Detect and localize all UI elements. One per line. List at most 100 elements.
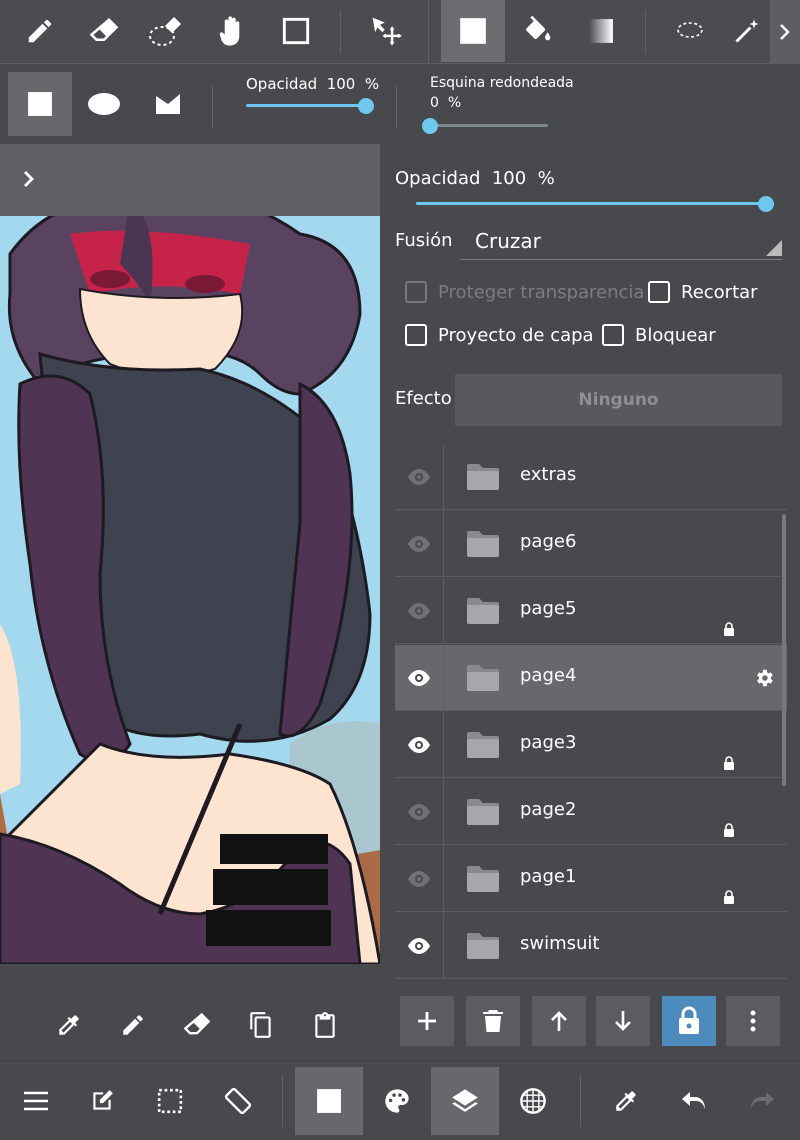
- effect-select-button[interactable]: Ninguno: [455, 374, 782, 426]
- visibility-toggle[interactable]: [405, 666, 433, 690]
- redo-button[interactable]: [728, 1067, 796, 1135]
- gradient-tool-button[interactable]: [569, 0, 633, 62]
- folder-icon: [465, 462, 501, 492]
- layer-name: page4: [520, 665, 577, 686]
- folder-icon: [465, 864, 501, 894]
- shape-ellipse-button[interactable]: [72, 72, 136, 136]
- eraser-tool-button[interactable]: [72, 0, 136, 62]
- opacity-slider-handle[interactable]: [358, 98, 374, 114]
- corner-radius-slider-handle[interactable]: [422, 118, 438, 134]
- magic-wand-tool-button[interactable]: [722, 0, 772, 62]
- drawing-canvas[interactable]: [0, 144, 380, 964]
- eye-icon: [408, 469, 430, 485]
- protect-transparency-checkbox[interactable]: [405, 281, 427, 303]
- opacity-slider[interactable]: [246, 104, 366, 107]
- layer-properties-panel: Opacidad 100 % Fusión Cruzar Proteger tr…: [380, 144, 800, 1060]
- material-button[interactable]: [499, 1067, 567, 1135]
- layers-button[interactable]: [431, 1067, 499, 1135]
- layer-name: page2: [520, 799, 577, 820]
- eyedropper-quick-button[interactable]: [54, 1010, 84, 1040]
- undo-button[interactable]: [660, 1067, 728, 1135]
- layer-row-page1[interactable]: page1: [395, 846, 787, 912]
- square-shape-icon: [28, 92, 52, 116]
- move-layer-up-button[interactable]: [532, 996, 586, 1046]
- bucket-tool-button[interactable]: [505, 0, 569, 62]
- corner-radius-slider[interactable]: [430, 124, 548, 127]
- rotate-screen-icon: [224, 1087, 252, 1115]
- trash-icon: [483, 1010, 503, 1032]
- lock-icon: [723, 756, 735, 770]
- layer-name: page6: [520, 531, 577, 552]
- eraser-icon: [89, 18, 119, 41]
- delete-layer-button[interactable]: [466, 996, 520, 1046]
- layer-row-page2[interactable]: page2: [395, 779, 787, 845]
- visibility-toggle[interactable]: [405, 465, 433, 489]
- eye-icon: [408, 536, 430, 552]
- selection-button[interactable]: [136, 1067, 204, 1135]
- pen-quick-button[interactable]: [118, 1010, 148, 1040]
- row-divider: [443, 578, 444, 644]
- move-tool-button[interactable]: [354, 0, 418, 62]
- visibility-toggle[interactable]: [405, 934, 433, 958]
- effect-label: Efecto: [395, 388, 452, 409]
- rectangle-icon: [282, 17, 310, 45]
- visibility-toggle[interactable]: [405, 599, 433, 623]
- add-layer-button[interactable]: [400, 996, 454, 1046]
- eyedropper-icon: [59, 1015, 79, 1035]
- color-swatch-icon: [317, 1089, 341, 1113]
- options-divider: [396, 86, 397, 128]
- visibility-toggle[interactable]: [405, 733, 433, 757]
- expand-panel-button[interactable]: [14, 164, 44, 194]
- color-palette-button[interactable]: [363, 1067, 431, 1135]
- main-menu-button[interactable]: [2, 1067, 70, 1135]
- layer-row-page3[interactable]: page3: [395, 712, 787, 778]
- color-preview-button[interactable]: [295, 1067, 363, 1135]
- redo-icon: [751, 1092, 774, 1109]
- blur-tool-button[interactable]: [136, 0, 200, 62]
- visibility-toggle[interactable]: [405, 867, 433, 891]
- gear-icon: [757, 669, 773, 687]
- corner-radius-label: Esquina redondeada: [430, 75, 574, 91]
- lock-layer-checkbox[interactable]: [602, 324, 624, 346]
- dropdown-corner-icon: [766, 240, 782, 256]
- pen-tool-button[interactable]: [8, 0, 72, 62]
- palette-icon: [385, 1089, 409, 1113]
- shape-polygon-button[interactable]: [136, 72, 200, 136]
- layer-name: page5: [520, 598, 577, 619]
- eraser-quick-button[interactable]: [182, 1010, 212, 1040]
- layer-menu-button[interactable]: [726, 996, 780, 1046]
- layer-opacity-slider-handle[interactable]: [758, 196, 774, 212]
- eyedropper-button[interactable]: [592, 1067, 660, 1135]
- layer-settings-button[interactable]: [753, 667, 775, 689]
- rotate-canvas-button[interactable]: [204, 1067, 272, 1135]
- layer-row-page5[interactable]: page5: [395, 578, 787, 644]
- toolbar-expand-button[interactable]: [770, 0, 800, 64]
- hand-tool-button[interactable]: [200, 0, 264, 62]
- rectangle-select-button[interactable]: [264, 0, 328, 62]
- layer-opacity-slider[interactable]: [416, 202, 766, 205]
- layer-row-swimsuit[interactable]: swimsuit: [395, 913, 787, 979]
- layer-row-page4[interactable]: page4: [395, 645, 787, 711]
- edit-button[interactable]: [68, 1067, 136, 1135]
- fill-shape-tool-button[interactable]: [441, 0, 505, 62]
- arrow-up-icon: [551, 1011, 567, 1031]
- row-divider: [443, 712, 444, 778]
- lock-layer-button[interactable]: [662, 996, 716, 1046]
- clipping-label: Recortar: [681, 282, 758, 303]
- lasso-tool-button[interactable]: [658, 0, 722, 62]
- visibility-toggle[interactable]: [405, 800, 433, 824]
- layer-list-scrollbar[interactable]: [782, 514, 786, 786]
- copy-button[interactable]: [246, 1010, 276, 1040]
- blend-mode-select[interactable]: Cruzar: [460, 222, 782, 260]
- shape-rectangle-button[interactable]: [8, 72, 72, 136]
- layer-row-extras[interactable]: extras: [395, 444, 787, 510]
- move-layer-down-button[interactable]: [596, 996, 650, 1046]
- layer-row-page6[interactable]: page6: [395, 511, 787, 577]
- clipping-checkbox[interactable]: [648, 281, 670, 303]
- visibility-toggle[interactable]: [405, 532, 433, 556]
- layer-draft-checkbox[interactable]: [405, 324, 427, 346]
- row-divider: [443, 846, 444, 912]
- arrow-down-icon: [615, 1011, 631, 1031]
- canvas-header-bar: [0, 144, 380, 216]
- paste-button[interactable]: [310, 1010, 340, 1040]
